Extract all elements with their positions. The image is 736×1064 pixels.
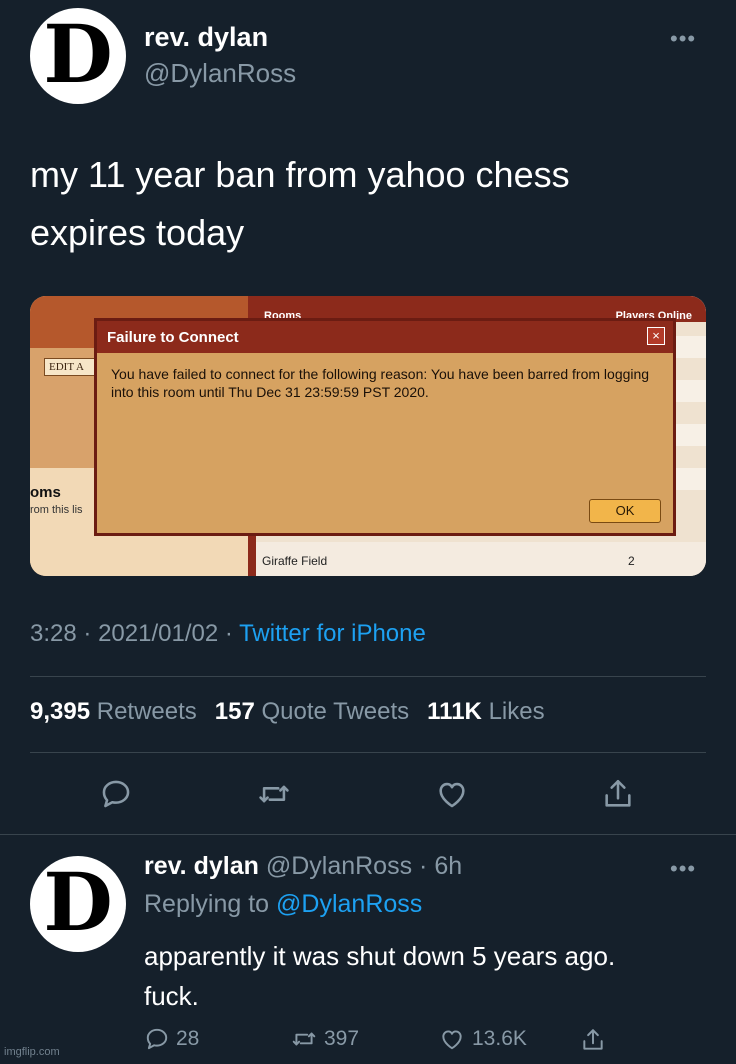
- media-room-name: Giraffe Field: [262, 554, 328, 568]
- reply-avatar[interactable]: D: [30, 856, 126, 952]
- watermark: imgflip.com: [4, 1046, 60, 1058]
- media-dialog-title: Failure to Connect: [97, 321, 673, 353]
- avatar[interactable]: D: [30, 8, 126, 104]
- likes-count: 111K: [427, 698, 482, 725]
- divider: [0, 834, 736, 835]
- meta-separator: ·: [83, 620, 99, 647]
- author-name[interactable]: rev. dylan: [144, 22, 268, 53]
- tweet-text: my 11 year ban from yahoo chess expires …: [30, 146, 690, 262]
- tweet-text-line: expires today: [30, 212, 245, 253]
- more-options-icon[interactable]: •••: [670, 26, 696, 52]
- tweet-timestamp: 3:28 · 2021/01/02 · Twitter for iPhone: [30, 620, 426, 648]
- media-dialog-message: You have failed to connect for the follo…: [111, 366, 650, 400]
- retweets-label: Retweets: [96, 698, 197, 725]
- media-row-marker: [248, 536, 256, 576]
- reply-like-count: 13.6K: [472, 1027, 527, 1050]
- reply-reply-button[interactable]: 28: [144, 1026, 199, 1052]
- replying-prefix: Replying to: [144, 890, 270, 918]
- tweet-time: 3:28: [30, 620, 77, 647]
- meta-separator: ·: [412, 852, 435, 880]
- retweet-icon: [259, 785, 289, 803]
- replying-to-handle[interactable]: @DylanRoss: [276, 890, 422, 918]
- reply-retweet-count: 397: [324, 1027, 360, 1050]
- reply-icon: [102, 780, 130, 808]
- media-dialog-title-text: Failure to Connect: [107, 329, 239, 346]
- quotes-stat[interactable]: 157 Quote Tweets: [215, 698, 409, 725]
- tweet-stats: 9,395 Retweets 157 Quote Tweets 111K Likes: [30, 698, 545, 726]
- share-icon: [605, 779, 631, 807]
- retweets-stat[interactable]: 9,395 Retweets: [30, 698, 197, 725]
- divider: [30, 676, 706, 677]
- share-button[interactable]: [598, 774, 638, 814]
- reply-button[interactable]: [96, 774, 136, 814]
- reply-text-line: apparently it was shut down 5 years ago.: [144, 941, 616, 971]
- media-error-dialog: Failure to Connect × You have failed to …: [94, 318, 676, 536]
- reply-text: apparently it was shut down 5 years ago.…: [144, 936, 704, 1016]
- quotes-count: 157: [214, 698, 255, 725]
- reply-icon: [146, 1028, 168, 1050]
- retweet-icon: [292, 1032, 316, 1046]
- like-button[interactable]: [432, 774, 472, 814]
- reply-retweet-button[interactable]: 397: [290, 1026, 359, 1052]
- like-icon: [442, 1030, 462, 1050]
- tweet-media-image[interactable]: EDIT A oms rom this lis Rooms Players On…: [30, 296, 706, 576]
- reply-share-button[interactable]: [580, 1026, 606, 1054]
- likes-label: Likes: [488, 698, 545, 725]
- reply-age: 6h: [434, 852, 463, 880]
- reply-like-button[interactable]: 13.6K: [438, 1026, 527, 1052]
- tweet-source-link[interactable]: Twitter for iPhone: [239, 620, 426, 647]
- meta-separator: ·: [224, 620, 240, 647]
- media-ok-button: OK: [589, 499, 661, 523]
- divider: [30, 752, 706, 753]
- retweet-button[interactable]: [254, 774, 294, 814]
- share-icon: [583, 1029, 603, 1050]
- reply-author-name[interactable]: rev. dylan: [144, 852, 259, 880]
- reply-more-options-icon[interactable]: •••: [670, 856, 696, 882]
- tweet-text-line: my 11 year ban from yahoo chess: [30, 154, 570, 195]
- tweet-date: 2021/01/02: [98, 620, 219, 647]
- media-left-subtext: rom this lis: [30, 504, 83, 516]
- reply-header: rev. dylan @DylanRoss · 6h: [144, 852, 462, 881]
- reply-author-handle[interactable]: @DylanRoss: [266, 852, 412, 880]
- likes-stat[interactable]: 111K Likes: [427, 698, 544, 725]
- media-room-count: 2: [628, 554, 635, 568]
- retweets-count: 9,395: [30, 698, 91, 725]
- like-icon: [439, 782, 465, 808]
- replying-to: Replying to @DylanRoss: [144, 890, 422, 919]
- media-close-icon: ×: [647, 327, 665, 345]
- reply-reply-count: 28: [176, 1027, 200, 1050]
- quotes-label: Quote Tweets: [261, 698, 410, 725]
- reply-text-line: fuck.: [144, 981, 199, 1011]
- media-left-heading: oms: [30, 484, 61, 501]
- author-handle[interactable]: @DylanRoss: [144, 58, 296, 89]
